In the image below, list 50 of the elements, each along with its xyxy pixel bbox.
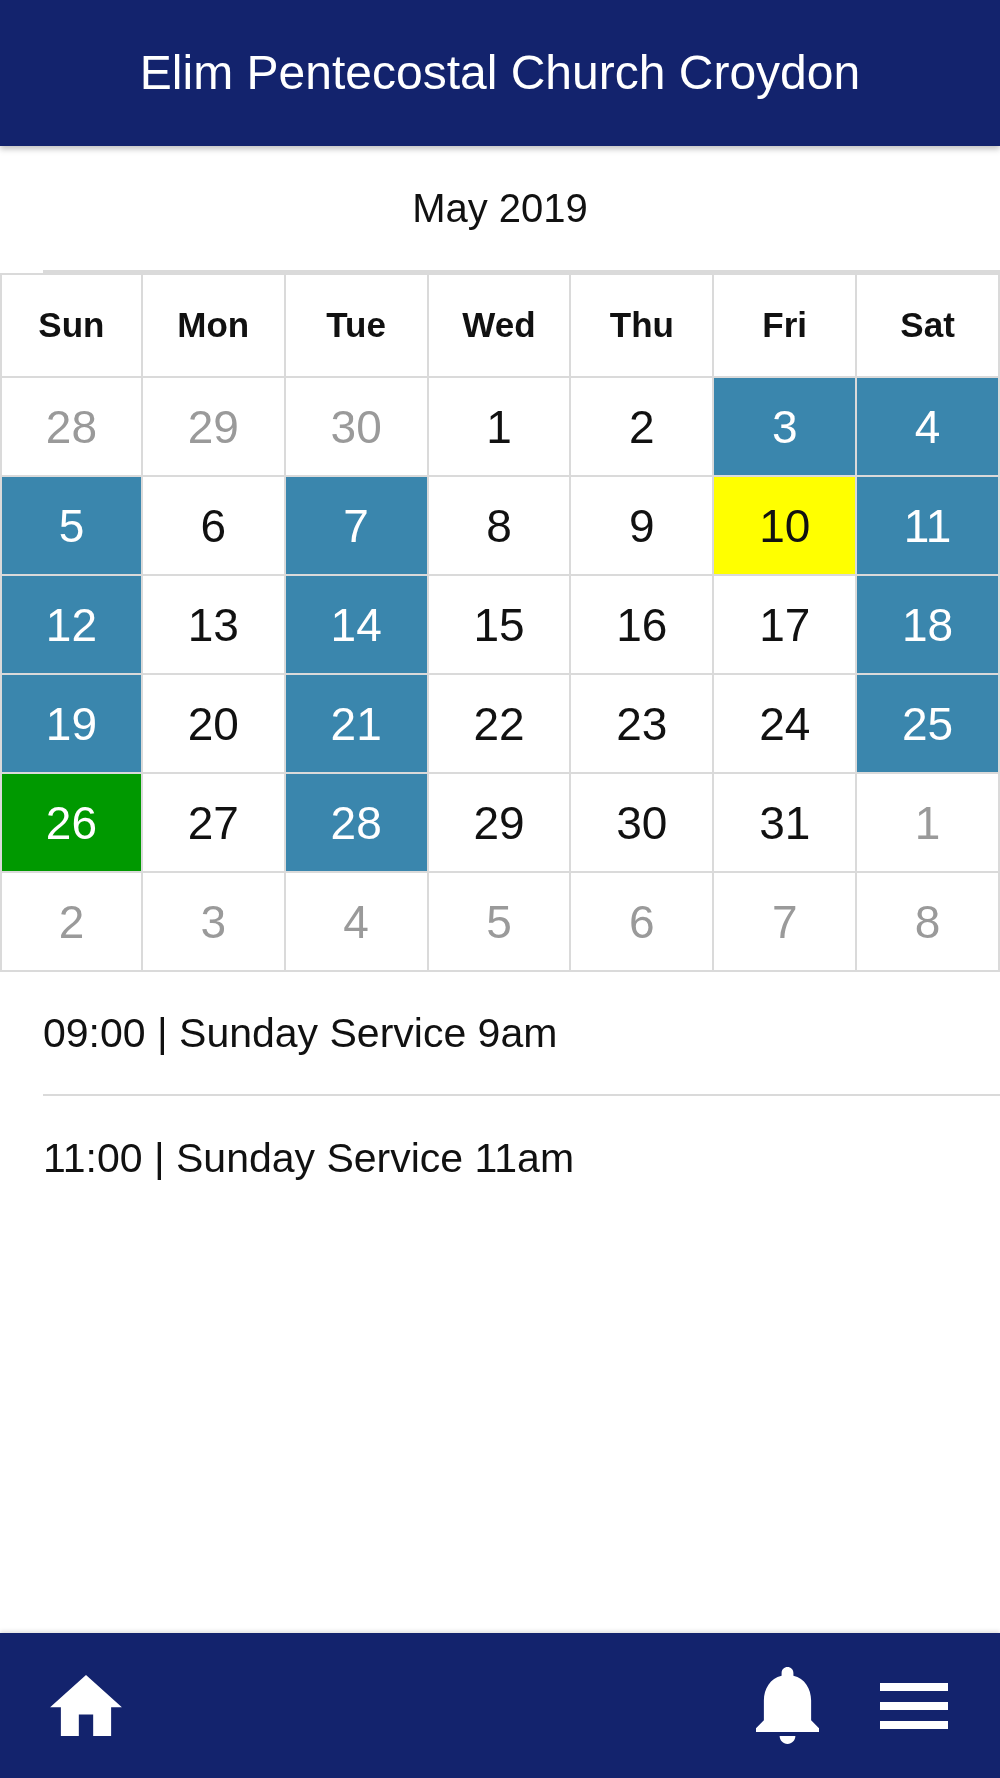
- day-cell[interactable]: 3: [142, 873, 286, 972]
- day-cell[interactable]: 29: [142, 378, 286, 477]
- day-cell[interactable]: 4: [857, 378, 1000, 477]
- day-cell[interactable]: 16: [571, 576, 715, 675]
- day-cell[interactable]: 20: [142, 675, 286, 774]
- day-cell[interactable]: 30: [571, 774, 715, 873]
- day-cell[interactable]: 27: [142, 774, 286, 873]
- day-cell[interactable]: 28: [285, 774, 429, 873]
- day-cell[interactable]: 2: [0, 873, 143, 972]
- app-title: Elim Pentecostal Church Croydon: [139, 49, 861, 97]
- bell-icon[interactable]: [756, 1667, 819, 1744]
- day-cell[interactable]: 29: [428, 774, 572, 873]
- weekday-header: Sun: [0, 273, 143, 378]
- day-cell[interactable]: 11: [857, 477, 1000, 576]
- day-cell[interactable]: 13: [142, 576, 286, 675]
- day-cell[interactable]: 5: [428, 873, 572, 972]
- month-label: May 2019: [412, 188, 588, 228]
- day-cell[interactable]: 9: [571, 477, 715, 576]
- day-cell[interactable]: 21: [285, 675, 429, 774]
- menu-icon[interactable]: [880, 1682, 948, 1729]
- day-cell[interactable]: 22: [428, 675, 572, 774]
- day-cell[interactable]: 8: [857, 873, 1000, 972]
- day-cell[interactable]: 26: [0, 774, 143, 873]
- day-cell[interactable]: 5: [0, 477, 143, 576]
- day-cell[interactable]: 18: [857, 576, 1000, 675]
- event-item[interactable]: 09:00 | Sunday Service 9am: [43, 1012, 558, 1054]
- day-cell[interactable]: 23: [571, 675, 715, 774]
- day-cell[interactable]: 31: [714, 774, 858, 873]
- home-icon[interactable]: [50, 1675, 122, 1736]
- day-cell[interactable]: 28: [0, 378, 143, 477]
- day-cell[interactable]: 10: [714, 477, 858, 576]
- day-cell[interactable]: 1: [428, 378, 572, 477]
- day-cell[interactable]: 25: [857, 675, 1000, 774]
- day-cell[interactable]: 30: [285, 378, 429, 477]
- day-cell[interactable]: 17: [714, 576, 858, 675]
- day-cell[interactable]: 3: [714, 378, 858, 477]
- day-cell[interactable]: 12: [0, 576, 143, 675]
- day-cell[interactable]: 4: [285, 873, 429, 972]
- day-cell[interactable]: 8: [428, 477, 572, 576]
- day-cell[interactable]: 7: [285, 477, 429, 576]
- day-cell[interactable]: 14: [285, 576, 429, 675]
- day-cell[interactable]: 1: [857, 774, 1000, 873]
- day-cell[interactable]: 19: [0, 675, 143, 774]
- day-cell[interactable]: 6: [142, 477, 286, 576]
- day-cell[interactable]: 24: [714, 675, 858, 774]
- day-cell[interactable]: 2: [571, 378, 715, 477]
- day-cell[interactable]: 15: [428, 576, 572, 675]
- event-item[interactable]: 11:00 | Sunday Service 11am: [43, 1137, 575, 1179]
- day-cell[interactable]: 6: [571, 873, 715, 972]
- day-cell[interactable]: 7: [714, 873, 858, 972]
